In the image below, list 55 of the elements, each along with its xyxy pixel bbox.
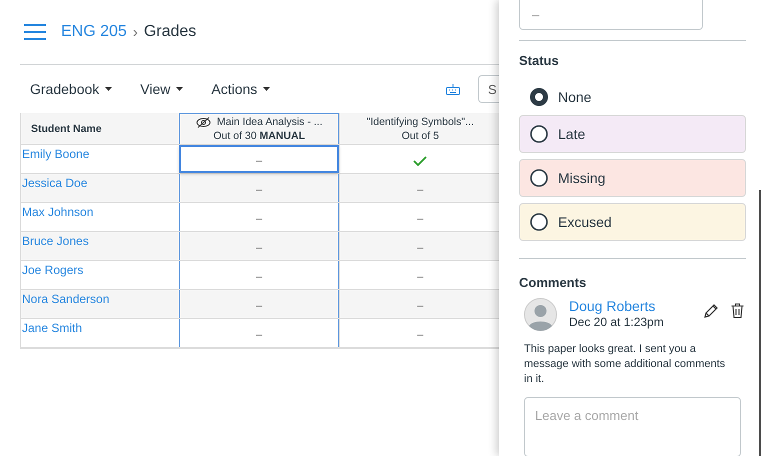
grade-cell: – <box>417 270 424 282</box>
grade-cell: – <box>256 242 262 254</box>
status-option[interactable]: Excused <box>519 203 746 241</box>
trash-icon[interactable] <box>731 303 744 318</box>
radio-button[interactable] <box>530 88 548 106</box>
page-title: Grades <box>144 23 196 41</box>
grade-cell: – <box>417 184 424 196</box>
radio-button[interactable] <box>530 213 548 231</box>
points-label: Out of 5 <box>402 130 439 142</box>
author-link[interactable]: Doug Roberts <box>569 298 664 314</box>
checkmark-icon <box>413 156 428 166</box>
grade-cell: – <box>256 184 262 196</box>
dropdown-menu[interactable]: View <box>130 77 194 101</box>
caret-icon <box>176 87 184 91</box>
grade-cell: – <box>417 242 424 254</box>
student-link[interactable]: Jane Smith <box>22 321 82 335</box>
comment-date: Dec 20 at 1:23pm <box>569 315 664 329</box>
caret-icon <box>105 87 112 91</box>
section-title: Comments <box>519 275 588 290</box>
breadcrumb-link[interactable]: ENG 205 <box>61 23 127 41</box>
keyboard-icon[interactable] <box>446 84 460 94</box>
dropdown-menu[interactable]: Gradebook <box>20 77 122 101</box>
scrollbar[interactable] <box>759 190 761 456</box>
section-title: Status <box>519 53 560 68</box>
search-field[interactable]: S <box>478 75 499 103</box>
caret-icon <box>263 87 270 91</box>
student-link[interactable]: Emily Boone <box>22 147 90 161</box>
avatar <box>524 298 557 331</box>
radio-button[interactable] <box>530 125 548 143</box>
column-header[interactable]: "Identifying Symbols"... <box>366 116 474 128</box>
student-link[interactable]: Max Johnson <box>22 205 94 219</box>
grade-cell: – <box>256 212 262 224</box>
status-option[interactable]: Late <box>519 115 746 153</box>
breadcrumb-separator: › <box>132 24 138 40</box>
grade-cell: – <box>256 154 262 166</box>
radio-button[interactable] <box>530 169 548 187</box>
student-link[interactable]: Joe Rogers <box>22 263 84 277</box>
grade-cell: – <box>256 300 262 312</box>
grade-cell: – <box>417 300 424 312</box>
grade-cell: – <box>256 328 262 340</box>
pencil-icon[interactable] <box>704 304 718 318</box>
menu-icon[interactable] <box>24 24 46 40</box>
dropdown-menu[interactable]: Actions <box>201 77 280 101</box>
points-label: Out of 30 MANUAL <box>213 130 306 142</box>
comment-field[interactable]: Leave a comment <box>524 397 741 456</box>
column-header: Student Name <box>31 122 102 134</box>
grade-cell: – <box>417 212 424 224</box>
column-header[interactable]: Main Idea Analysis - ... <box>216 116 323 128</box>
status-option[interactable]: None <box>519 84 746 110</box>
comment-text: This paper looks great. I sent you a message with some additional comments in it. <box>524 342 726 387</box>
grade-cell: – <box>256 270 262 282</box>
grade-cell: – <box>417 328 424 340</box>
grade-field[interactable]: – <box>519 0 703 30</box>
status-option[interactable]: Missing <box>519 159 746 197</box>
eye-slash-icon <box>196 116 211 128</box>
